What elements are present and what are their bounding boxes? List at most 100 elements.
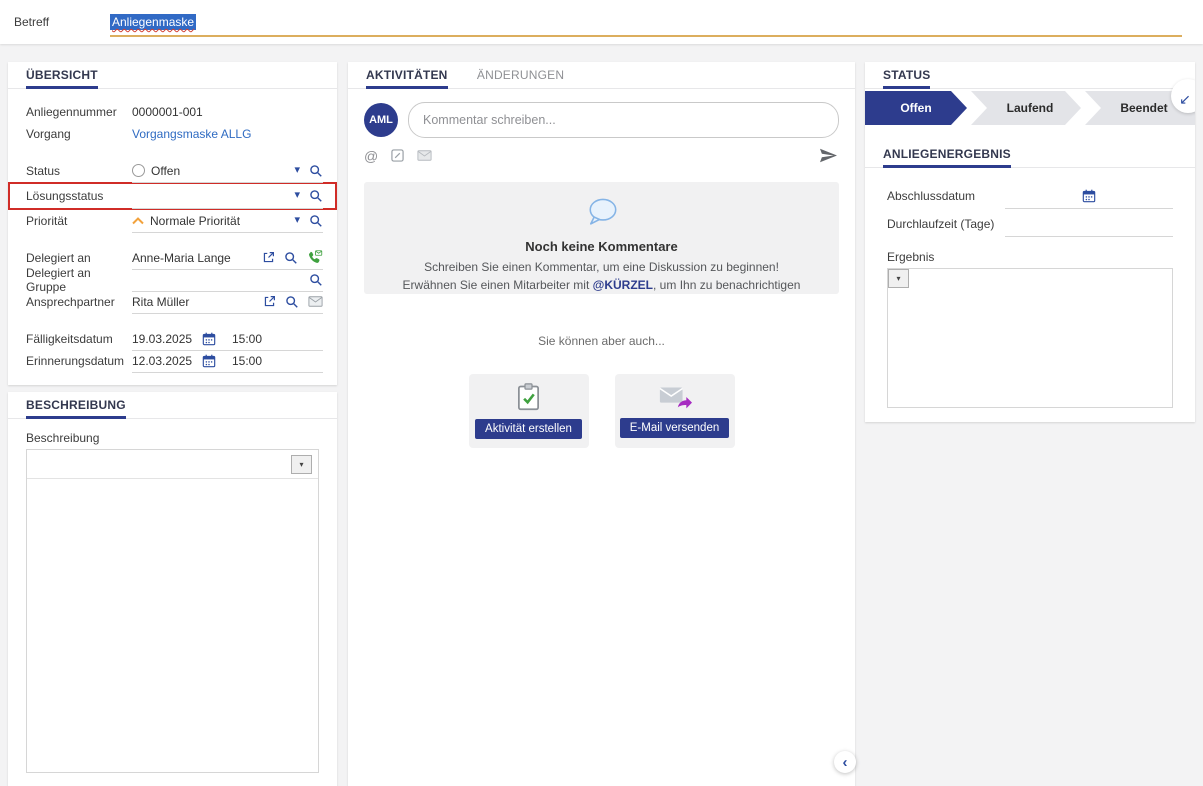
create-activity-button[interactable]: Aktivität erstellen	[475, 419, 582, 439]
search-icon[interactable]	[309, 273, 323, 287]
status-step-offen[interactable]: Offen	[865, 91, 967, 125]
tab-anliegenergebnis: ANLIEGENERGEBNIS	[883, 147, 1011, 168]
field-label: Anliegennummer	[26, 105, 132, 119]
field-label: Abschlussdatum	[887, 189, 1005, 203]
ergebnis-editor: ▾	[887, 268, 1173, 408]
description-header: BESCHREIBUNG	[8, 392, 337, 419]
faelligkeitsdatum-field[interactable]: 19.03.2025 15:00	[132, 328, 323, 351]
faelligkeitsdatum-time[interactable]: 15:00	[232, 332, 262, 346]
description-panel: BESCHREIBUNG Beschreibung ▾	[8, 392, 337, 786]
no-comments-text-part2: , um Ihn zu benachrichtigen	[653, 278, 800, 292]
no-comments-title: Noch keine Kommentare	[525, 239, 677, 254]
clipboard-check-icon	[516, 383, 541, 411]
calendar-icon[interactable]	[202, 332, 216, 346]
subject-input[interactable]: Anliegenmaske	[110, 0, 1182, 44]
field-ansprechpartner: Ansprechpartner Rita Müller	[8, 291, 337, 313]
status-field[interactable]: Offen ▾	[132, 160, 323, 183]
overview-header: ÜBERSICHT	[8, 62, 337, 89]
field-vorgang: Vorgang Vorgangsmaske ALLG	[8, 123, 337, 145]
tab-beschreibung: BESCHREIBUNG	[26, 398, 126, 419]
phone-mail-icon[interactable]	[307, 250, 323, 265]
ansprechpartner-field[interactable]: Rita Müller	[132, 291, 323, 314]
spacer	[8, 232, 337, 247]
subject-label: Betreff	[14, 15, 110, 29]
subject-value-selected: Anliegenmaske	[110, 14, 196, 30]
send-icon[interactable]	[818, 147, 839, 164]
subject-focus-underline	[110, 35, 1182, 37]
field-label: Fälligkeitsdatum	[26, 332, 132, 346]
field-label: Lösungsstatus	[26, 189, 132, 203]
activities-panel: AKTIVITÄTEN ÄNDERUNGEN AML @ Noch keine …	[348, 62, 855, 786]
chevron-left-icon: ‹	[843, 754, 848, 771]
abschlussdatum-field[interactable]	[1005, 184, 1173, 209]
delegiert-an-field[interactable]: Anne-Maria Lange	[132, 247, 323, 270]
search-icon[interactable]	[309, 164, 323, 178]
subject-bar: Betreff Anliegenmaske	[0, 0, 1203, 44]
tab-status: STATUS	[883, 68, 930, 89]
calendar-icon[interactable]	[1082, 189, 1096, 203]
field-erinnerungsdatum: Erinnerungsdatum 12.03.2025 15:00	[8, 350, 337, 372]
open-record-icon[interactable]	[263, 295, 276, 308]
vorgang-link[interactable]: Vorgangsmaske ALLG	[132, 123, 323, 145]
search-icon[interactable]	[309, 189, 323, 203]
comment-input[interactable]	[408, 102, 839, 138]
send-email-button[interactable]: E-Mail versenden	[620, 418, 729, 438]
tab-aenderungen[interactable]: ÄNDERUNGEN	[477, 68, 564, 86]
erinnerungsdatum-date[interactable]: 12.03.2025	[132, 354, 196, 368]
email-forward-icon	[658, 384, 692, 410]
tab-aktivitaeten[interactable]: AKTIVITÄTEN	[366, 68, 448, 89]
status-radio-icon[interactable]	[132, 164, 145, 177]
field-label: Delegiert an Gruppe	[26, 266, 132, 294]
mention-icon[interactable]: @	[364, 148, 378, 164]
activities-tabbar: AKTIVITÄTEN ÄNDERUNGEN	[348, 62, 855, 89]
create-activity-card: Aktivität erstellen	[469, 374, 589, 448]
loesungsstatus-field[interactable]: ▾	[132, 184, 323, 209]
arrow-down-left-icon: ↙	[1179, 91, 1191, 108]
chevron-down-icon[interactable]: ▾	[294, 190, 300, 201]
tab-uebersicht: ÜBERSICHT	[26, 68, 98, 89]
suggestion-text: Sie können aber auch...	[348, 334, 855, 348]
email-icon[interactable]	[308, 296, 323, 307]
open-record-icon[interactable]	[262, 251, 275, 264]
field-abschlussdatum: Abschlussdatum	[865, 184, 1195, 208]
field-prioritaet: Priorität Normale Priorität ▾	[8, 210, 337, 232]
ergebnis-editor-toolbar: ▾	[888, 269, 1172, 288]
field-delegiert-an-gruppe: Delegiert an Gruppe	[8, 269, 337, 291]
search-icon[interactable]	[284, 251, 298, 265]
ergebnis-label: Ergebnis	[865, 240, 1195, 268]
field-durchlaufzeit: Durchlaufzeit (Tage)	[865, 212, 1195, 236]
search-icon[interactable]	[309, 214, 323, 228]
spacer	[8, 313, 337, 328]
prioritaet-value: Normale Priorität	[150, 214, 240, 228]
note-icon[interactable]	[391, 149, 404, 162]
status-steps: Offen Laufend Beendet ↙	[865, 91, 1195, 125]
durchlaufzeit-field[interactable]	[1005, 212, 1173, 237]
delegiert-an-gruppe-field[interactable]	[132, 269, 323, 292]
field-label: Erinnerungsdatum	[26, 354, 132, 368]
avatar: AML	[364, 103, 398, 137]
field-label: Delegiert an	[26, 251, 132, 265]
status-step-laufend[interactable]: Laufend	[971, 91, 1081, 125]
search-icon[interactable]	[285, 295, 299, 309]
calendar-icon[interactable]	[202, 354, 216, 368]
description-textarea[interactable]	[27, 479, 318, 772]
description-label: Beschreibung	[8, 419, 337, 449]
no-comments-panel: Noch keine Kommentare Schreiben Sie eine…	[364, 182, 839, 294]
no-comments-text: Schreiben Sie einen Kommentar, um eine D…	[398, 259, 805, 294]
mention-token: @KÜRZEL	[593, 278, 653, 292]
combo-drop-button[interactable]: ▾	[291, 455, 312, 474]
combo-drop-button[interactable]: ▾	[888, 269, 909, 288]
chevron-down-icon[interactable]: ▾	[294, 165, 300, 176]
chevron-down-icon[interactable]: ▾	[294, 215, 300, 226]
prioritaet-field[interactable]: Normale Priorität ▾	[132, 210, 323, 233]
field-anliegennummer: Anliegennummer 0000001-001	[8, 101, 337, 123]
mail-icon[interactable]	[417, 150, 432, 161]
erinnerungsdatum-field[interactable]: 12.03.2025 15:00	[132, 350, 323, 373]
collapse-panel-button[interactable]: ‹	[834, 751, 856, 773]
field-label: Status	[26, 164, 132, 178]
spacer	[8, 145, 337, 160]
erinnerungsdatum-time[interactable]: 15:00	[232, 354, 262, 368]
send-email-card: E-Mail versenden	[615, 374, 735, 448]
faelligkeitsdatum-date[interactable]: 19.03.2025	[132, 332, 196, 346]
description-editor: ▾	[26, 449, 319, 773]
